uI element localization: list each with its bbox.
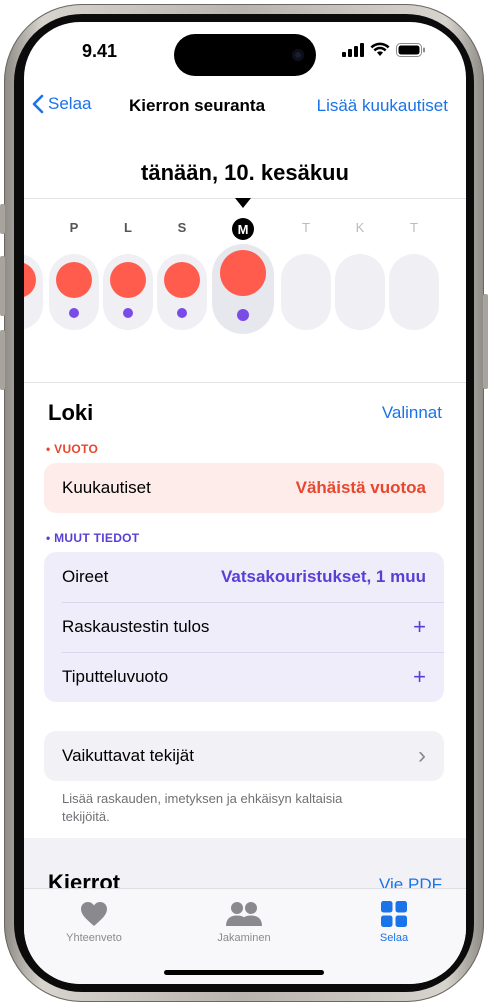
pregnancy-test-label: Raskaustestin tulos bbox=[62, 617, 210, 636]
other-category-label: • MUUT TIEDOT bbox=[46, 531, 140, 545]
dynamic-island bbox=[174, 34, 316, 76]
factors-note: Lisää raskauden, imetyksen ja ehkäisyn k… bbox=[62, 791, 343, 824]
tab-summary-label: Yhteenveto bbox=[66, 932, 122, 944]
symptoms-row[interactable]: Oireet Vatsakouristukset, 1 muu bbox=[62, 552, 426, 602]
flow-card[interactable]: Kuukautiset Vähäistä vuotoa bbox=[44, 463, 444, 513]
side-button bbox=[483, 294, 488, 389]
add-period-button[interactable]: Lisää kuukautiset bbox=[317, 96, 448, 116]
options-button[interactable]: Valinnat bbox=[382, 403, 442, 423]
symptoms-label: Oireet bbox=[62, 567, 109, 586]
tab-browse-label: Selaa bbox=[379, 932, 409, 944]
wifi-icon bbox=[370, 42, 390, 56]
page-title: Kierron seuranta bbox=[129, 96, 266, 115]
tab-sharing-label: Jakaminen bbox=[217, 932, 271, 944]
tab-summary[interactable]: Yhteenveto bbox=[34, 899, 154, 944]
volume-up-button bbox=[0, 256, 5, 316]
chevron-right-icon: › bbox=[418, 742, 426, 769]
spotting-label: Tiputteluvuoto bbox=[62, 667, 169, 686]
spotting-row[interactable]: Tiputteluvuoto + bbox=[62, 652, 426, 702]
symptom-marker bbox=[123, 308, 133, 318]
add-pregnancy-test-icon[interactable]: + bbox=[413, 614, 426, 640]
day-cell[interactable] bbox=[335, 254, 385, 330]
day-label: T bbox=[302, 220, 310, 235]
symptom-marker bbox=[69, 308, 79, 318]
today-marker-icon bbox=[235, 198, 251, 208]
day-label-today: M bbox=[232, 218, 254, 240]
back-label: Selaa bbox=[48, 94, 92, 113]
pregnancy-test-row[interactable]: Raskaustestin tulos + bbox=[62, 602, 426, 652]
flow-category-label: • VUOTO bbox=[46, 442, 99, 456]
home-indicator bbox=[164, 970, 324, 975]
day-label: K bbox=[355, 220, 365, 235]
symptom-marker bbox=[177, 308, 187, 318]
log-title: Loki bbox=[48, 400, 94, 425]
day-cell[interactable] bbox=[281, 254, 331, 330]
heart-icon bbox=[81, 902, 107, 926]
factors-card[interactable]: Vaikuttavat tekijät › bbox=[44, 731, 444, 781]
flow-row-label: Kuukautiset bbox=[62, 478, 151, 497]
status-time: 9.41 bbox=[82, 41, 118, 61]
tab-sharing[interactable]: Jakaminen bbox=[184, 899, 304, 944]
selected-date: tänään, 10. kesäkuu bbox=[141, 160, 349, 185]
factors-row[interactable]: Vaikuttavat tekijät › bbox=[62, 731, 426, 781]
day-label: S bbox=[177, 220, 187, 235]
people-icon bbox=[226, 902, 262, 926]
back-button[interactable]: Selaa bbox=[32, 94, 91, 114]
factors-label: Vaikuttavat tekijät bbox=[62, 746, 194, 765]
day-label: T bbox=[24, 220, 30, 235]
cellular-signal-icon bbox=[342, 43, 364, 57]
flow-marker bbox=[110, 262, 146, 298]
day-label: L bbox=[124, 220, 132, 235]
grid-icon bbox=[381, 901, 407, 927]
divider bbox=[24, 382, 466, 383]
chevron-left-icon bbox=[32, 94, 44, 114]
tab-browse[interactable]: Selaa bbox=[334, 899, 454, 944]
volume-down-button bbox=[0, 330, 5, 390]
symptoms-value: Vatsakouristukset, 1 muu bbox=[220, 567, 426, 586]
day-label: P bbox=[69, 220, 79, 235]
action-button bbox=[0, 204, 5, 234]
add-spotting-icon[interactable]: + bbox=[413, 664, 426, 690]
battery-icon bbox=[396, 43, 425, 57]
flow-marker bbox=[220, 250, 266, 296]
front-camera bbox=[292, 49, 304, 61]
flow-row[interactable]: Kuukautiset Vähäistä vuotoa bbox=[62, 463, 426, 513]
day-label: T bbox=[410, 220, 418, 235]
day-cell[interactable] bbox=[389, 254, 439, 330]
other-data-card: Oireet Vatsakouristukset, 1 muu Raskaust… bbox=[44, 552, 444, 702]
flow-marker bbox=[164, 262, 200, 298]
screen: 9.41 Selaa Kierron seuranta Lisää kuukau… bbox=[24, 22, 466, 984]
flow-row-value: Vähäistä vuotoa bbox=[295, 478, 426, 497]
flow-marker bbox=[56, 262, 92, 298]
symptom-marker bbox=[237, 309, 249, 321]
